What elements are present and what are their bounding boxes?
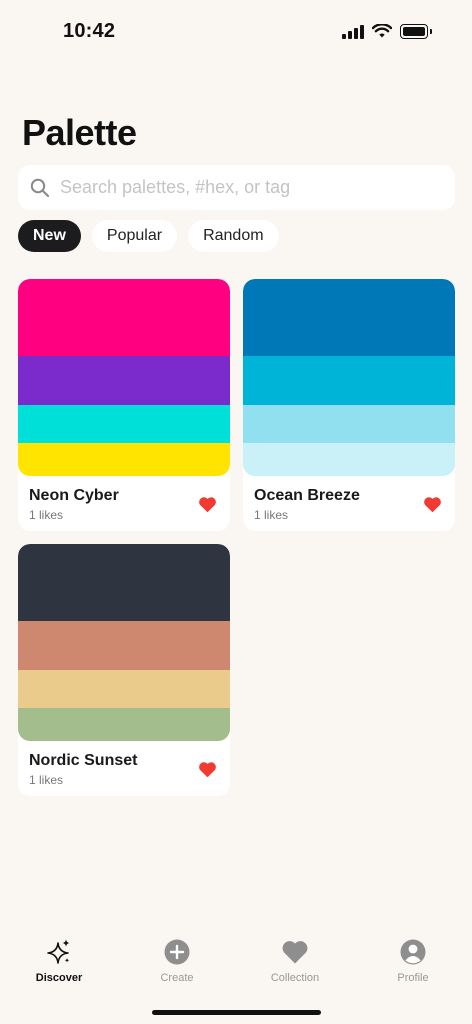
plus-circle-icon xyxy=(164,939,190,965)
tab-discover[interactable]: Discover xyxy=(0,930,118,990)
heart-icon xyxy=(282,941,308,964)
filter-popular-chip[interactable]: Popular xyxy=(91,220,178,252)
palette-card-nordic-sunset[interactable]: Nordic Sunset 1 likes xyxy=(18,544,230,796)
color-swatch xyxy=(18,670,230,708)
palette-name: Neon Cyber xyxy=(29,487,119,504)
color-swatch xyxy=(18,356,230,405)
home-indicator xyxy=(152,1010,321,1015)
tab-label: Create xyxy=(160,972,194,984)
palette-name: Ocean Breeze xyxy=(254,487,360,504)
filter-random-chip[interactable]: Random xyxy=(188,220,279,252)
wifi-icon xyxy=(372,24,392,38)
color-swatch xyxy=(18,443,230,476)
palette-swatches xyxy=(18,279,230,476)
heart-icon[interactable] xyxy=(198,761,217,778)
palette-swatches xyxy=(243,279,455,476)
person-circle-icon xyxy=(400,939,426,965)
color-swatch xyxy=(243,279,455,356)
color-swatch xyxy=(18,708,230,741)
color-swatch xyxy=(243,356,455,405)
cellular-signal-icon xyxy=(342,24,364,39)
status-icons xyxy=(342,24,432,39)
palette-likes: 1 likes xyxy=(29,508,64,522)
search-input[interactable] xyxy=(60,177,440,198)
tab-label: Collection xyxy=(270,972,320,984)
tab-profile[interactable]: Profile xyxy=(354,930,472,990)
search-icon xyxy=(30,178,50,197)
page-title: Palette xyxy=(22,112,137,153)
palette-card-neon-cyber[interactable]: Neon Cyber 1 likes xyxy=(18,279,230,531)
tab-collection[interactable]: Collection xyxy=(236,930,354,990)
heart-icon[interactable] xyxy=(198,496,217,513)
heart-icon[interactable] xyxy=(423,496,442,513)
battery-icon xyxy=(400,24,432,39)
color-swatch xyxy=(18,621,230,670)
status-bar: 10:42 xyxy=(0,0,472,64)
palette-likes: 1 likes xyxy=(29,773,64,787)
tab-bar: Discover Create Collection Profile xyxy=(0,930,472,990)
filter-new-chip[interactable]: New xyxy=(18,220,81,252)
palette-card-ocean-breeze[interactable]: Ocean Breeze 1 likes xyxy=(243,279,455,531)
color-swatch xyxy=(18,279,230,356)
sparkles-icon xyxy=(47,939,70,964)
color-swatch xyxy=(243,405,455,443)
color-swatch xyxy=(18,405,230,443)
tab-create[interactable]: Create xyxy=(118,930,236,990)
status-time: 10:42 xyxy=(63,20,116,42)
filter-chips: New Popular Random xyxy=(18,220,279,252)
tab-label: Profile xyxy=(397,972,429,984)
palette-likes: 1 likes xyxy=(254,508,289,522)
search-bar[interactable] xyxy=(18,165,455,210)
color-swatch xyxy=(18,544,230,621)
color-swatch xyxy=(243,443,455,476)
tab-label: Discover xyxy=(35,972,83,984)
palette-swatches xyxy=(18,544,230,741)
palette-name: Nordic Sunset xyxy=(29,752,138,769)
